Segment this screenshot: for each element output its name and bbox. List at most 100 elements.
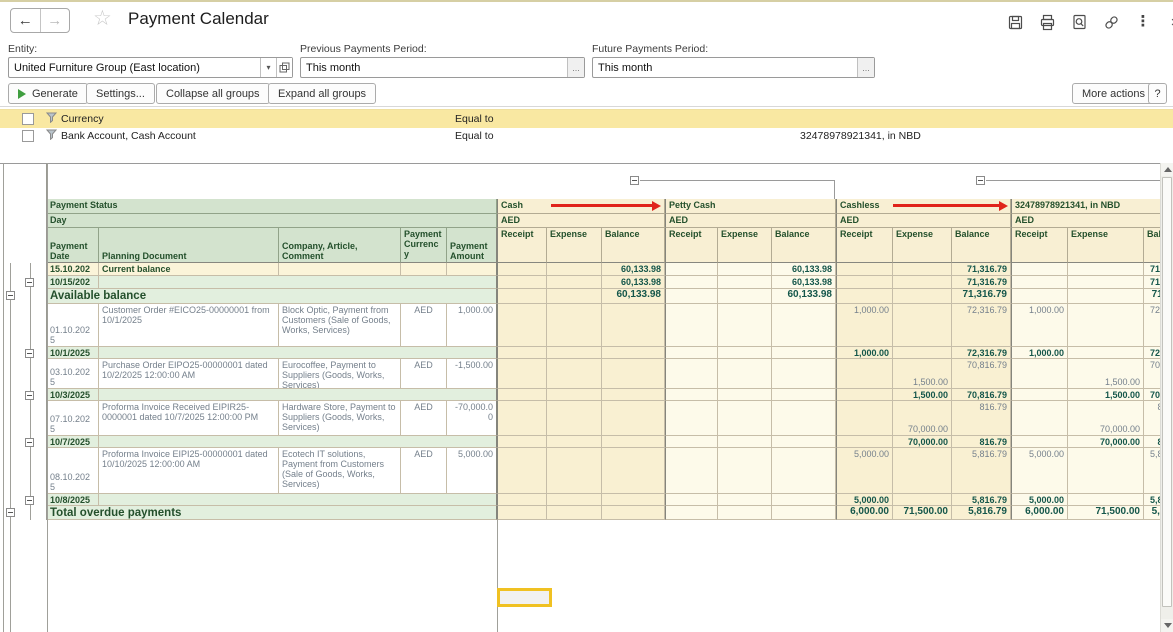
cell-cb[interactable] (602, 436, 665, 448)
cell-lr[interactable] (836, 289, 893, 304)
cell-lb[interactable]: 816.79 (952, 436, 1011, 448)
cell-lr[interactable]: 6,000.00 (836, 506, 893, 520)
forward-button[interactable]: → (41, 9, 70, 32)
cell-cr[interactable] (497, 436, 547, 448)
cell-pr[interactable] (665, 263, 718, 276)
cell-lb[interactable]: 5,816.79 (952, 506, 1011, 520)
prev-period-more-button[interactable]: ... (567, 58, 584, 77)
cell-group-date[interactable]: 10/1/2025 (47, 347, 99, 359)
cell-nr[interactable] (1011, 276, 1068, 289)
row-group-collapse-toggle[interactable] (25, 278, 34, 287)
table-row[interactable]: 10/1/20251,000.0072,316.791,000.0072,316… (0, 347, 1160, 359)
column-group-collapse-toggle[interactable] (630, 176, 639, 185)
help-button[interactable]: ? (1148, 83, 1167, 104)
table-row[interactable]: 01.10.2025Customer Order #EICO25-0000000… (0, 304, 1160, 347)
cell-le[interactable]: 71,500.00 (893, 506, 952, 520)
cell-pr[interactable] (665, 389, 718, 401)
cell-planning-document[interactable]: Customer Order #EICO25-00000001 from 10/… (99, 304, 279, 347)
cell-currency[interactable]: AED (401, 448, 447, 494)
cell-pb[interactable] (772, 389, 836, 401)
cell-nr[interactable] (1011, 359, 1068, 389)
cell-ne[interactable]: 71,500.00 (1068, 506, 1144, 520)
cell-company[interactable]: Hardware Store, Payment to Suppliers (Go… (279, 401, 401, 436)
row-group-collapse-toggle[interactable] (25, 496, 34, 505)
scroll-up-button[interactable] (1161, 163, 1173, 176)
cell-pe[interactable] (718, 276, 772, 289)
cell-company[interactable]: Ecotech IT solutions, Payment from Custo… (279, 448, 401, 494)
cell-planning-document[interactable]: Current balance (99, 263, 279, 276)
cell-nb[interactable]: 71,316.79 (1144, 263, 1160, 276)
cell-nr[interactable]: 6,000.00 (1011, 506, 1068, 520)
cell-pr[interactable] (665, 276, 718, 289)
cell-cr[interactable] (497, 289, 547, 304)
scroll-down-button[interactable] (1161, 619, 1173, 632)
cell-ne[interactable] (1068, 289, 1144, 304)
cell-cb[interactable] (602, 401, 665, 436)
cell-pe[interactable] (718, 347, 772, 359)
cell-ne[interactable]: 70,000.00 (1068, 401, 1144, 436)
cell-le[interactable]: 1,500.00 (893, 359, 952, 389)
cell-pb[interactable]: 60,133.98 (772, 289, 836, 304)
cell-group-span[interactable] (99, 436, 497, 448)
table-row[interactable]: 15.10.2025Current balance60,133.9860,133… (0, 263, 1160, 276)
cell-amount[interactable]: -1,500.00 (447, 359, 497, 389)
cell-pr[interactable] (665, 359, 718, 389)
cell-cr[interactable] (497, 389, 547, 401)
cell-pr[interactable] (665, 494, 718, 506)
cell-cr[interactable] (497, 448, 547, 494)
cell-pe[interactable] (718, 389, 772, 401)
cell-planning-document[interactable]: Proforma Invoice EIPI25-00000001 dated 1… (99, 448, 279, 494)
vertical-scrollbar[interactable] (1160, 163, 1173, 632)
cell-nb[interactable]: 5,816.79 (1144, 448, 1160, 494)
cell-lb[interactable]: 5,816.79 (952, 494, 1011, 506)
cell-ne[interactable] (1068, 263, 1144, 276)
cell-nb[interactable]: 816.79 (1144, 436, 1160, 448)
cell-nr[interactable] (1011, 436, 1068, 448)
entity-input[interactable]: United Furniture Group (East location) ▾ (8, 57, 293, 78)
table-row[interactable]: 10/15/202560,133.9860,133.9871,316.7971,… (0, 276, 1160, 289)
cell-nr[interactable] (1011, 401, 1068, 436)
column-group-collapse-toggle[interactable] (976, 176, 985, 185)
cell-nb[interactable]: 5,816.79 (1144, 506, 1160, 520)
cell-lb[interactable]: 71,316.79 (952, 276, 1011, 289)
cell-lb[interactable]: 5,816.79 (952, 448, 1011, 494)
cell-nr[interactable]: 5,000.00 (1011, 494, 1068, 506)
cell-nr[interactable] (1011, 289, 1068, 304)
cell-pr[interactable] (665, 436, 718, 448)
cell-ne[interactable]: 1,500.00 (1068, 359, 1144, 389)
cell-cr[interactable] (497, 263, 547, 276)
cell-cr[interactable] (497, 276, 547, 289)
payment-calendar-grid[interactable]: Payment StatusCashPetty CashCashless3247… (0, 163, 1160, 632)
cell-ce[interactable] (547, 289, 602, 304)
cell-pb[interactable] (772, 304, 836, 347)
collapse-all-groups-button[interactable]: Collapse all groups (156, 83, 270, 104)
find-icon[interactable] (1070, 13, 1088, 31)
future-period-more-button[interactable]: ... (857, 58, 874, 77)
cell-nb[interactable]: 71,316.79 (1144, 289, 1160, 304)
cell-planning-document[interactable]: Purchase Order EIPO25-00000001 dated 10/… (99, 359, 279, 389)
cell-le[interactable] (893, 289, 952, 304)
cell-ce[interactable] (547, 506, 602, 520)
cell-le[interactable] (893, 448, 952, 494)
cell-nr[interactable]: 1,000.00 (1011, 304, 1068, 347)
cell-nr[interactable] (1011, 389, 1068, 401)
cell-pb[interactable] (772, 506, 836, 520)
row-group-collapse-toggle[interactable] (25, 349, 34, 358)
cell-ne[interactable] (1068, 304, 1144, 347)
cell-ce[interactable] (547, 304, 602, 347)
cell-cr[interactable] (497, 506, 547, 520)
cell-nb[interactable]: 5,816.79 (1144, 494, 1160, 506)
cell-amount[interactable]: -70,000.00 (447, 401, 497, 436)
cell-nb[interactable]: 70,816.79 (1144, 389, 1160, 401)
cell-group-span[interactable] (99, 494, 497, 506)
filter-checkbox[interactable] (22, 113, 34, 125)
cell-lb[interactable]: 72,316.79 (952, 347, 1011, 359)
cell-group-date[interactable]: 10/3/2025 (47, 389, 99, 401)
cell-date[interactable]: 08.10.2025 (47, 448, 99, 494)
cell-group-span[interactable] (99, 276, 497, 289)
cell-company[interactable]: Block Optic, Payment from Customers (Sal… (279, 304, 401, 347)
cell-cb[interactable]: 60,133.98 (602, 289, 665, 304)
cell-pr[interactable] (665, 289, 718, 304)
cell-ne[interactable] (1068, 448, 1144, 494)
cell-planning-document[interactable]: Proforma Invoice Received EIPIR25-000000… (99, 401, 279, 436)
